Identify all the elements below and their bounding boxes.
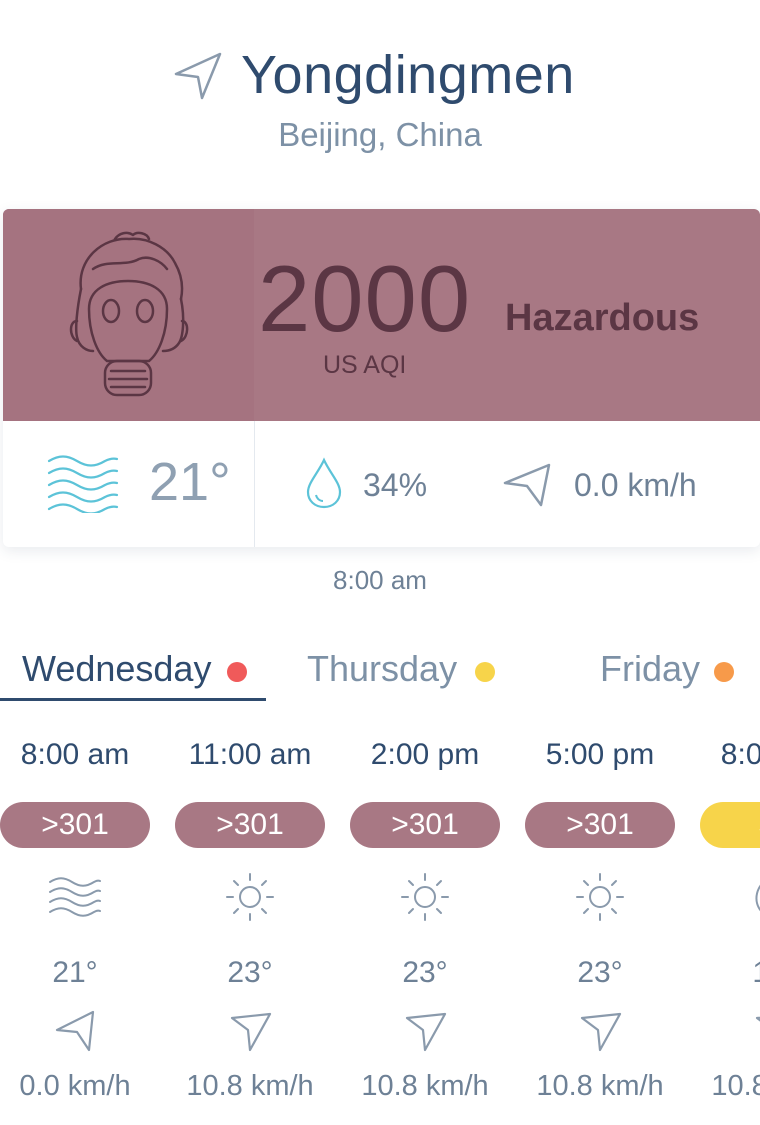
hourly-aqi-badge: >301 bbox=[0, 802, 150, 848]
hourly-wind-speed: 0.0 km/h bbox=[19, 1070, 131, 1102]
hourly-item[interactable]: 8:00 am >301 21° 0.0 km/h bbox=[0, 730, 175, 1125]
aqi-card[interactable]: 2000 US AQI Hazardous 21° 34% 0.0 km/h bbox=[3, 209, 760, 547]
aqi-level: Hazardous bbox=[505, 297, 700, 339]
tab-friday-dot bbox=[714, 662, 734, 682]
wind-direction-icon bbox=[230, 1012, 272, 1052]
hourly-item[interactable]: 11:00 am >301 23° 10.8 km/h bbox=[175, 730, 350, 1125]
humidity-drop-icon bbox=[306, 457, 342, 509]
sun-icon bbox=[226, 873, 274, 921]
hourly-aqi-badge: >301 bbox=[350, 802, 500, 848]
tab-thursday[interactable]: Thursday bbox=[307, 648, 457, 690]
hourly-time: 2:00 pm bbox=[370, 738, 480, 771]
sun-icon bbox=[401, 873, 449, 921]
hourly-temperature: 21° bbox=[52, 956, 98, 989]
hourly-item[interactable]: 2:00 pm >301 23° 10.8 km/h bbox=[350, 730, 525, 1125]
city-name: Yongdingmen bbox=[241, 45, 575, 105]
wind-direction-icon bbox=[755, 1016, 760, 1022]
haze-icon bbox=[49, 877, 101, 917]
hourly-temperature: 23° bbox=[227, 956, 273, 989]
current-wind-speed: 0.0 km/h bbox=[574, 467, 697, 503]
location-arrow-icon bbox=[174, 52, 222, 100]
updated-time: 8:00 am bbox=[333, 565, 427, 595]
hourly-temperature: 23° bbox=[402, 956, 448, 989]
tab-wednesday[interactable]: Wednesday bbox=[22, 648, 211, 690]
aqi-value: 2000 bbox=[258, 246, 472, 351]
current-temperature: 21° bbox=[149, 452, 231, 512]
active-tab-indicator bbox=[0, 698, 266, 701]
hourly-time: 11:00 am bbox=[188, 738, 312, 771]
gas-mask-icon bbox=[69, 231, 189, 397]
aqi-unit: US AQI bbox=[323, 351, 407, 379]
region-name: Beijing, China bbox=[278, 116, 482, 153]
stats-divider bbox=[254, 421, 255, 547]
aqi-band: 2000 US AQI Hazardous bbox=[3, 209, 760, 421]
sun-icon bbox=[576, 873, 624, 921]
mask-panel bbox=[3, 209, 254, 421]
haze-icon bbox=[47, 455, 119, 513]
location-header: Yongdingmen Beijing, China bbox=[0, 0, 760, 180]
tab-friday[interactable]: Friday bbox=[600, 648, 700, 690]
tab-thursday-dot bbox=[475, 662, 495, 682]
current-humidity: 34% bbox=[363, 467, 428, 503]
moon-icon bbox=[755, 884, 760, 912]
hourly-time: 5:00 pm bbox=[545, 738, 655, 771]
current-conditions: 21° 34% 0.0 km/h bbox=[3, 421, 760, 547]
wind-direction-icon bbox=[55, 1010, 95, 1052]
hourly-aqi-badge: 51 bbox=[700, 802, 760, 848]
hourly-temperature: 19° bbox=[700, 956, 760, 990]
hourly-temperature: 23° bbox=[577, 956, 623, 989]
hourly-item[interactable]: 8:00 pm 51 19° 10.8 km/h bbox=[700, 730, 760, 1125]
hourly-forecast[interactable]: 8:00 am >301 21° 0.0 km/h 11:00 am >301 bbox=[0, 730, 760, 1125]
wind-direction-icon bbox=[405, 1012, 447, 1052]
hourly-aqi-badge: >301 bbox=[525, 802, 675, 848]
wind-direction-icon bbox=[580, 1012, 622, 1052]
tab-wednesday-dot bbox=[227, 662, 247, 682]
hourly-item[interactable]: 5:00 pm >301 23° 10.8 km/h bbox=[525, 730, 700, 1125]
wind-direction-icon bbox=[503, 463, 551, 507]
hourly-aqi-badge: >301 bbox=[175, 802, 325, 848]
hourly-wind-speed: 10.8 km/h bbox=[711, 1070, 760, 1102]
hourly-time: 8:00 am bbox=[20, 738, 130, 771]
hourly-wind-speed: 10.8 km/h bbox=[361, 1070, 489, 1102]
hourly-wind-speed: 10.8 km/h bbox=[186, 1070, 314, 1102]
hourly-wind-speed: 10.8 km/h bbox=[536, 1070, 664, 1102]
day-tabs: Wednesday Thursday Friday bbox=[0, 640, 760, 702]
hourly-time: 8:00 pm bbox=[720, 738, 760, 771]
